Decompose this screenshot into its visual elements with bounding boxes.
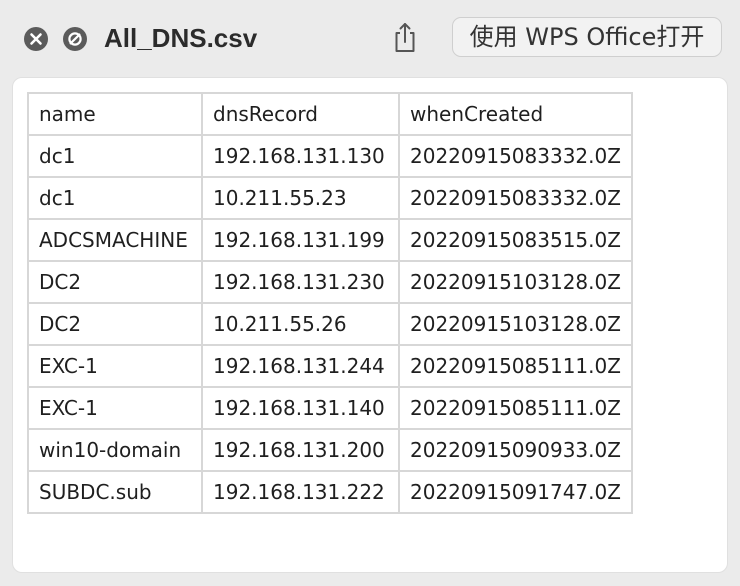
table-cell: dc1 [27, 176, 203, 220]
table-cell: 192.168.131.140 [201, 386, 400, 430]
table-cell: 10.211.55.23 [201, 176, 400, 220]
table-cell: DC2 [27, 302, 203, 346]
table-cell: 10.211.55.26 [201, 302, 400, 346]
table-row: dc1 10.211.55.23 20220915083332.0Z [27, 176, 633, 220]
header-cell: name [27, 92, 203, 136]
table-cell: DC2 [27, 260, 203, 304]
table-cell: dc1 [27, 134, 203, 178]
table-cell: 20220915085111.0Z [398, 344, 633, 388]
table-row: EXC-1 192.168.131.140 20220915085111.0Z [27, 386, 633, 430]
table-cell: 20220915083332.0Z [398, 134, 633, 178]
table-row: dc1 192.168.131.130 20220915083332.0Z [27, 134, 633, 178]
open-with-wps-button[interactable]: 使用 WPS Office打开 [452, 17, 722, 57]
file-title: All_DNS.csv [104, 23, 258, 53]
table-cell: 20220915085111.0Z [398, 386, 633, 430]
table-row: EXC-1 192.168.131.244 20220915085111.0Z [27, 344, 633, 388]
hide-button[interactable] [63, 27, 87, 51]
header-row: name dnsRecord whenCreated [27, 92, 633, 136]
table-cell: 192.168.131.222 [201, 470, 400, 514]
close-icon [30, 33, 42, 45]
share-icon [395, 23, 415, 52]
preview-area: name dnsRecord whenCreated dc1 192.168.131.1… [12, 77, 728, 573]
table-cell: 20220915091747.0Z [398, 470, 633, 514]
quicklook-window: All_DNS.csv 使用 WPS Office打开 name dnsRecor… [0, 0, 740, 586]
table-cell: 20220915103128.0Z [398, 302, 633, 346]
table-cell: 20220915083332.0Z [398, 176, 633, 220]
share-button[interactable] [390, 20, 420, 54]
table-row: DC2 192.168.131.230 20220915103128.0Z [27, 260, 633, 304]
table-cell: EXC-1 [27, 344, 203, 388]
header-cell: whenCreated [398, 92, 633, 136]
table-cell: win10-domain [27, 428, 203, 472]
table-cell: 20220915090933.0Z [398, 428, 633, 472]
table-cell: 20220915083515.0Z [398, 218, 633, 262]
table-row: ADCSMACHINE 192.168.131.199 20220915083515… [27, 218, 633, 262]
table-cell: EXC-1 [27, 386, 203, 430]
table-row: SUBDC.sub 192.168.131.222 20220915091747.0… [27, 470, 633, 514]
table-cell: ADCSMACHINE [27, 218, 203, 262]
csv-table-body: name dnsRecord whenCreated dc1 192.168.131.1… [27, 92, 633, 514]
csv-table: name dnsRecord whenCreated dc1 192.168.131.1… [27, 92, 633, 514]
table-cell: 192.168.131.200 [201, 428, 400, 472]
table-cell: 192.168.131.130 [201, 134, 400, 178]
table-cell: 192.168.131.199 [201, 218, 400, 262]
title-bar: All_DNS.csv 使用 WPS Office打开 [0, 0, 740, 76]
close-button[interactable] [24, 27, 48, 51]
header-cell: dnsRecord [201, 92, 400, 136]
hide-icon [68, 32, 82, 46]
table-cell: 20220915103128.0Z [398, 260, 633, 304]
table-cell: SUBDC.sub [27, 470, 203, 514]
table-cell: 192.168.131.230 [201, 260, 400, 304]
table-cell: 192.168.131.244 [201, 344, 400, 388]
table-row: DC2 10.211.55.26 20220915103128.0Z [27, 302, 633, 346]
table-row: win10-domain 192.168.131.200 2022091509093… [27, 428, 633, 472]
